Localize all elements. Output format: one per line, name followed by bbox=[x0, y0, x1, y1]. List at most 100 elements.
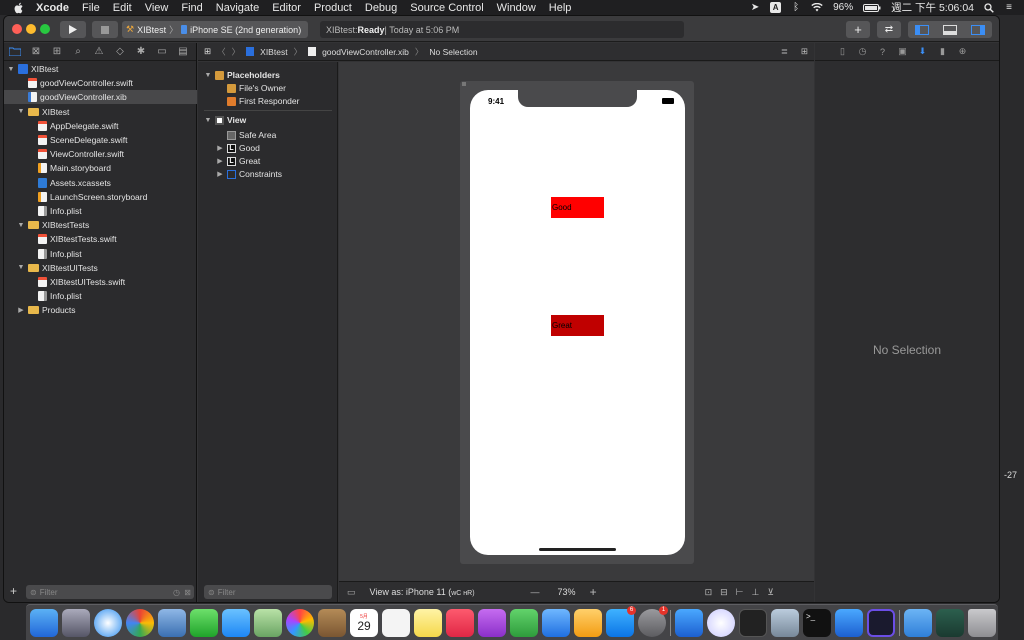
maps-icon[interactable] bbox=[254, 608, 282, 637]
code-review-button[interactable]: ⇄ bbox=[877, 21, 901, 38]
file-tree-item[interactable]: goodViewController.swift bbox=[4, 76, 197, 90]
test-icon[interactable]: ◇ bbox=[113, 45, 127, 59]
app-store-icon[interactable]: 6 bbox=[606, 605, 636, 637]
toggle-inspector-icon[interactable] bbox=[971, 24, 985, 35]
menu-find[interactable]: Find bbox=[181, 2, 202, 14]
attributes-inspector-icon[interactable]: ⬇ bbox=[917, 46, 928, 57]
toggle-navigator-icon[interactable] bbox=[915, 24, 929, 35]
notes-icon[interactable] bbox=[414, 608, 442, 637]
folder-icon[interactable] bbox=[8, 45, 22, 59]
editor-options-icon[interactable]: ≣ bbox=[781, 46, 788, 57]
menu-file[interactable]: File bbox=[82, 2, 100, 14]
disclosure-down-icon[interactable]: ▼ bbox=[17, 264, 25, 271]
menu-source-control[interactable]: Source Control bbox=[410, 2, 483, 14]
file-tree-item[interactable]: Assets.xcassets bbox=[4, 176, 197, 190]
disclosure-down-icon[interactable]: ▼ bbox=[17, 108, 25, 115]
outline-good-label[interactable]: ▶ L Good bbox=[216, 143, 260, 153]
jump-project[interactable]: XIBtest bbox=[260, 47, 287, 57]
good-label[interactable]: Good bbox=[551, 197, 604, 218]
menu-edit[interactable]: Edit bbox=[113, 2, 132, 14]
spotlight-icon[interactable] bbox=[984, 2, 994, 13]
resolve-issues-icon[interactable]: ⊻ bbox=[767, 587, 774, 598]
library-button[interactable]: + bbox=[846, 21, 870, 38]
help-inspector-icon[interactable]: ? bbox=[877, 46, 888, 57]
zoom-out-icon[interactable]: — bbox=[531, 587, 540, 597]
file-tree-item[interactable]: ▼ XIBtestUITests bbox=[4, 261, 197, 275]
scene-handle-icon[interactable] bbox=[462, 82, 466, 86]
menu-window[interactable]: Window bbox=[497, 2, 536, 14]
file-tree-item[interactable]: ▼ XIBtestTests bbox=[4, 218, 197, 232]
menu-navigate[interactable]: Navigate bbox=[216, 2, 259, 14]
menu-product[interactable]: Product bbox=[314, 2, 352, 14]
menu-app-name[interactable]: Xcode bbox=[36, 2, 69, 14]
pages-icon[interactable] bbox=[574, 608, 602, 637]
file-tree-item[interactable]: Main.storyboard bbox=[4, 161, 197, 175]
file-tree-item[interactable]: ▶ Products bbox=[4, 303, 197, 317]
outline-filter-field[interactable]: ⊜ Filter bbox=[204, 585, 332, 599]
connections-inspector-icon[interactable]: ⊕ bbox=[957, 46, 968, 57]
documents-stack-icon[interactable] bbox=[936, 608, 964, 637]
file-inspector-icon[interactable]: ▯ bbox=[837, 46, 848, 57]
safari-icon[interactable] bbox=[94, 608, 122, 637]
zoom-window-button[interactable] bbox=[40, 24, 50, 34]
identity-inspector-icon[interactable]: ▣ bbox=[897, 46, 908, 57]
keynote-icon[interactable] bbox=[542, 608, 570, 637]
battery-icon[interactable] bbox=[863, 3, 881, 12]
add-editor-icon[interactable]: ⊞ bbox=[801, 46, 808, 57]
photos-icon[interactable] bbox=[286, 608, 314, 637]
jump-file[interactable]: goodViewController.xib bbox=[322, 47, 409, 57]
menu-help[interactable]: Help bbox=[549, 2, 572, 14]
file-tree-item[interactable]: Info.plist bbox=[4, 247, 197, 261]
close-window-button[interactable] bbox=[12, 24, 22, 34]
terminal-icon[interactable]: >_ bbox=[803, 608, 831, 637]
keychain-icon[interactable] bbox=[771, 608, 799, 637]
great-label[interactable]: Great bbox=[551, 315, 604, 336]
facetime-icon[interactable] bbox=[190, 608, 218, 637]
file-tree-item[interactable]: ViewController.swift bbox=[4, 147, 197, 161]
align-icon[interactable]: ⊢ bbox=[736, 587, 744, 598]
input-source-icon[interactable]: A bbox=[770, 2, 782, 13]
chrome-icon[interactable] bbox=[126, 608, 154, 637]
report-icon[interactable]: ▤ bbox=[176, 45, 190, 59]
recent-files-icon[interactable]: ◷ bbox=[173, 588, 180, 597]
issue-icon[interactable]: ⚠ bbox=[92, 45, 106, 59]
file-tree-item[interactable]: XIBtestUITests.swift bbox=[4, 275, 197, 289]
wifi-icon[interactable] bbox=[811, 3, 823, 12]
music-icon[interactable] bbox=[446, 608, 474, 637]
size-inspector-icon[interactable]: ▮ bbox=[937, 46, 948, 57]
messages-icon[interactable] bbox=[222, 608, 250, 637]
file-tree-item[interactable]: Info.plist bbox=[4, 289, 197, 303]
find-icon[interactable]: ⌕ bbox=[71, 45, 85, 59]
menu-debug[interactable]: Debug bbox=[365, 2, 397, 14]
file-tree-item[interactable]: SceneDelegate.swift bbox=[4, 133, 197, 147]
add-file-button[interactable]: + bbox=[10, 584, 17, 598]
file-tree-item[interactable]: goodViewController.xib bbox=[4, 90, 197, 105]
outline-view[interactable]: ▼ View bbox=[204, 115, 247, 125]
outline-placeholders[interactable]: ▼ Placeholders bbox=[204, 70, 280, 80]
launchpad-icon[interactable] bbox=[62, 608, 90, 637]
debug-icon[interactable]: ✱ bbox=[134, 45, 148, 59]
menu-view[interactable]: View bbox=[145, 2, 169, 14]
symbol-icon[interactable]: ⊞ bbox=[50, 45, 64, 59]
toggle-debug-area-icon[interactable] bbox=[943, 24, 957, 35]
outline-constraints[interactable]: ▶ Constraints bbox=[216, 169, 282, 179]
calendar-icon[interactable]: 5月 29 bbox=[350, 608, 378, 637]
file-tree-item[interactable]: AppDelegate.swift bbox=[4, 119, 197, 133]
add-constraints-icon[interactable]: ⊥ bbox=[752, 587, 760, 598]
file-tree-item[interactable]: XIBtestTests.swift bbox=[4, 232, 197, 246]
reminders-icon[interactable] bbox=[382, 608, 410, 637]
preview-icon[interactable] bbox=[158, 608, 186, 637]
apple-menu-icon[interactable] bbox=[12, 2, 26, 14]
notification-center-icon[interactable]: ≡ bbox=[1004, 2, 1014, 13]
run-button[interactable] bbox=[60, 21, 86, 38]
update-frames-icon[interactable]: ⊡ bbox=[705, 587, 713, 598]
downloads-folder-icon[interactable] bbox=[904, 608, 932, 637]
history-inspector-icon[interactable]: ◷ bbox=[857, 46, 868, 57]
navigator-filter-field[interactable]: ⊜ Filter ◷ ⊠ bbox=[26, 585, 194, 599]
file-tree-item[interactable]: LaunchScreen.storyboard bbox=[4, 190, 197, 204]
related-items-icon[interactable]: ⊞ bbox=[204, 46, 211, 57]
location-arrow-icon[interactable]: ➤ bbox=[750, 2, 760, 13]
disclosure-down-icon[interactable]: ▼ bbox=[17, 222, 25, 229]
embed-in-icon[interactable]: ⊟ bbox=[720, 587, 728, 598]
numbers-icon[interactable] bbox=[510, 608, 538, 637]
